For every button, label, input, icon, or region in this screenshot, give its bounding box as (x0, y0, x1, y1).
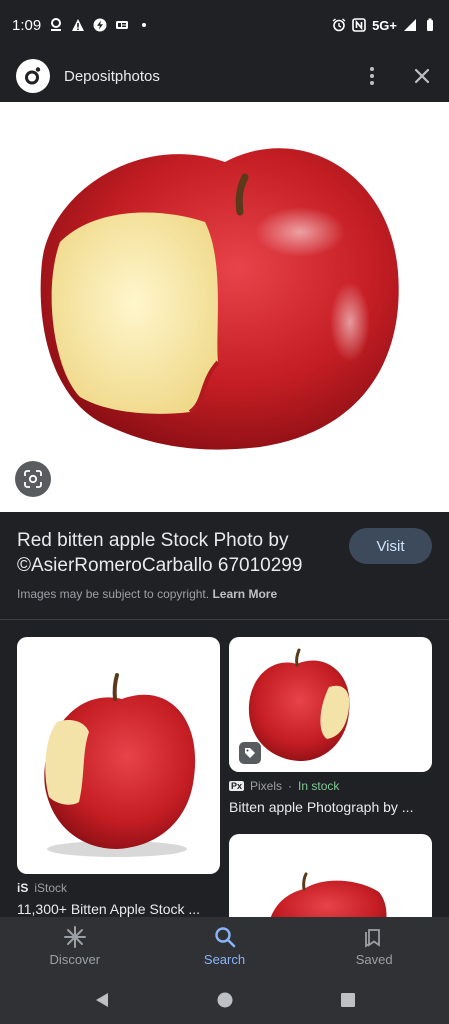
status-bar: 1:09 5G+ (0, 0, 449, 50)
alarm-icon (332, 18, 346, 32)
lens-icon (24, 470, 42, 488)
nfc-icon (352, 18, 366, 32)
result-title[interactable]: 11,300+ Bitten Apple Stock ... (17, 901, 220, 917)
status-system-icons: 5G+ (332, 18, 437, 33)
status-notification-icons (49, 18, 151, 32)
back-icon[interactable] (93, 991, 111, 1009)
image-title[interactable]: Red bitten apple Stock Photo by ©AsierRo… (17, 528, 327, 578)
result-image[interactable] (229, 637, 432, 772)
result-source-name: iStock (34, 881, 68, 895)
result-image[interactable] (17, 637, 220, 874)
warning-icon (72, 19, 85, 31)
asterisk-icon (63, 926, 86, 948)
dot-icon (142, 23, 147, 27)
result-apple-image (44, 673, 196, 857)
home-icon[interactable] (216, 991, 234, 1009)
nav-saved[interactable]: Saved (299, 917, 449, 976)
location-pin-icon (51, 18, 62, 31)
image-info-panel: Red bitten apple Stock Photo by ©AsierRo… (0, 512, 449, 620)
image-viewer-header: Depositphotos (0, 50, 449, 102)
nav-search-label: Search (203, 952, 246, 967)
copyright-text: Images may be subject to copyright. (17, 587, 210, 601)
tag-icon (245, 748, 255, 758)
nav-discover[interactable]: Discover (0, 917, 150, 976)
system-navigation-bar (0, 976, 449, 1024)
battery-saver-icon (93, 18, 107, 32)
product-tag-badge (239, 742, 261, 764)
bitten-apple-image (40, 148, 399, 450)
learn-more-link[interactable]: Learn More (212, 587, 277, 601)
result-source-name: Pixels (250, 779, 283, 793)
istock-icon: iS (17, 881, 29, 895)
result-source: Px Pixels · In stock (229, 779, 339, 793)
more-options-icon[interactable] (361, 65, 383, 87)
nav-search[interactable]: Search (150, 917, 300, 976)
battery-icon (427, 18, 433, 31)
recents-icon[interactable] (339, 991, 357, 1009)
pixels-icon: Px (229, 781, 245, 791)
bookmark-icon (365, 929, 381, 948)
depositphotos-logo[interactable] (16, 59, 50, 93)
in-stock-label: In stock (298, 779, 340, 793)
site-name[interactable]: Depositphotos (64, 68, 160, 85)
google-lens-button[interactable] (15, 461, 51, 497)
network-type: 5G+ (372, 17, 397, 33)
result-title[interactable]: Bitten apple Photograph by ... (229, 799, 432, 815)
status-time: 1:09 (12, 16, 42, 34)
result-apple-image (270, 872, 387, 917)
main-image[interactable] (0, 102, 449, 512)
bottom-navigation: Discover Search Saved (0, 917, 449, 976)
result-image[interactable] (229, 834, 432, 917)
nav-discover-label: Discover (49, 952, 101, 967)
visit-button[interactable]: Visit (349, 528, 432, 564)
header-actions (361, 65, 433, 87)
result-source-separator: · (288, 779, 293, 793)
nav-saved-label: Saved (355, 952, 393, 967)
sim-card-icon (116, 21, 129, 29)
signal-icon (404, 19, 416, 31)
related-images-grid: iS iStock 11,300+ Bitten Apple Stock ...… (0, 621, 449, 917)
depositphotos-logo-icon (25, 67, 41, 85)
copyright-notice: Images may be subject to copyright. Lear… (17, 587, 277, 601)
result-source: iS iStock (17, 881, 67, 895)
search-icon (214, 927, 235, 948)
close-icon[interactable] (411, 65, 433, 87)
